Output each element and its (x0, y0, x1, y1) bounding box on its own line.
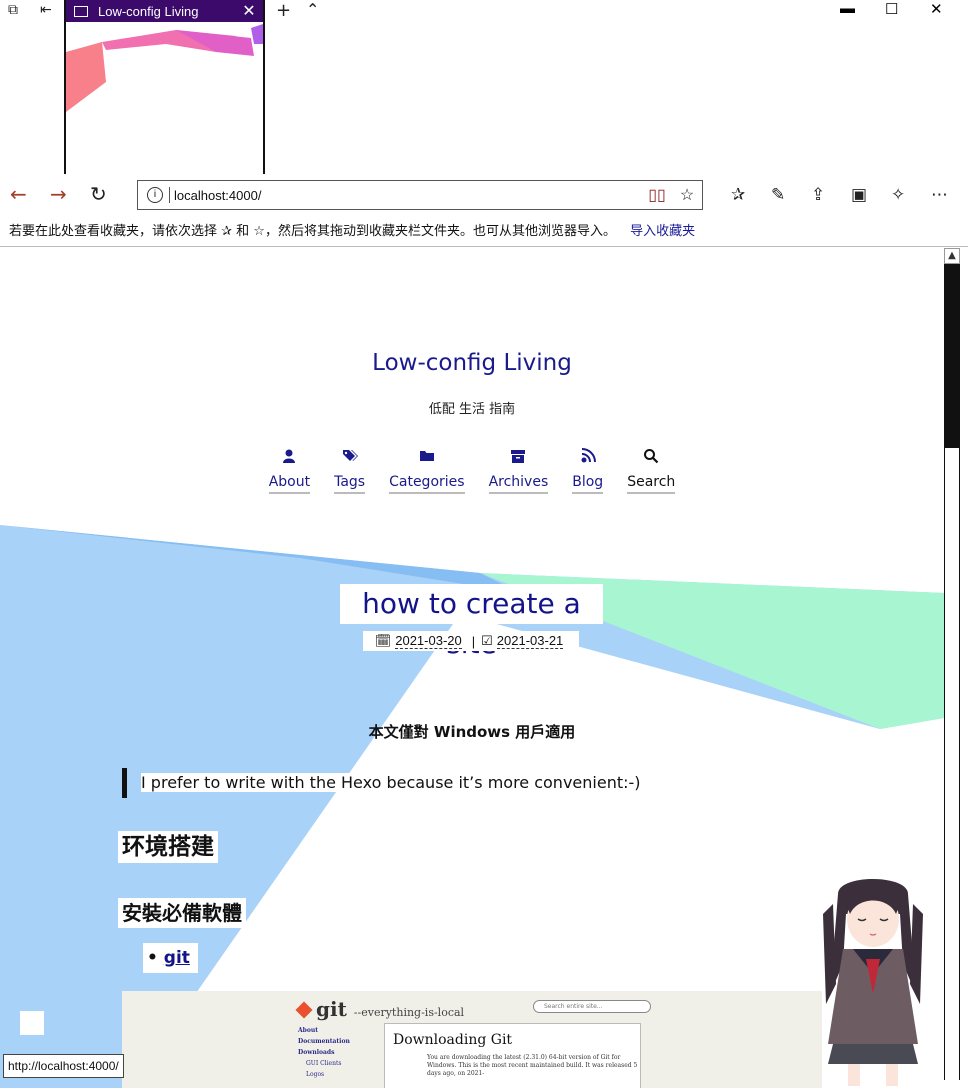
folder-icon (419, 451, 434, 461)
forward-arrow-icon[interactable]: → (50, 184, 67, 204)
import-favorites-link[interactable]: 导入收藏夹 (630, 224, 695, 239)
tab-aside-icon[interactable]: ⇤ (40, 2, 52, 18)
screenshot-download-box: Downloading Git You are downloading the … (384, 1023, 641, 1088)
address-bar[interactable]: i localhost:4000/ ▯▯ ☆ (137, 180, 703, 210)
git-download-screenshot: git --everything-is-local Search entire … (122, 991, 822, 1088)
page-content: Low-config Living 低配 生活 指南 About Tags Ca… (0, 248, 944, 1088)
page-scrollbar[interactable]: ▲ (944, 248, 960, 1080)
tab-actions-icon[interactable]: ⧉ (8, 2, 18, 18)
git-logo-icon (295, 1001, 313, 1019)
minimize-button[interactable]: ▬ (840, 0, 855, 17)
scroll-up-icon[interactable]: ▲ (944, 248, 960, 264)
more-menu-icon[interactable]: ⋯ (931, 185, 948, 205)
maximize-button[interactable]: ☐ (885, 0, 898, 18)
tab-list-chevron-icon[interactable]: ⌃ (306, 0, 319, 19)
calendar-check-icon: ☑ (481, 633, 493, 648)
navigation-bar: ← → ↻ i localhost:4000/ ▯▯ ☆ ✰ ✎ ⇪ ▣ ✧ ⋯ (0, 174, 968, 218)
favorite-star-icon[interactable]: ☆ (672, 185, 702, 205)
post-meta: 🗓︎ 2021-03-20 | ☑ 2021-03-21 (363, 631, 579, 651)
scroll-thumb[interactable] (945, 448, 959, 1080)
archive-icon (511, 450, 526, 463)
page-icon (74, 5, 88, 17)
close-window-button[interactable]: ✕ (930, 0, 943, 18)
close-tab-icon[interactable]: ✕ (235, 1, 263, 21)
tab-preview (66, 22, 263, 174)
git-link[interactable]: git (164, 948, 190, 968)
created-date[interactable]: 2021-03-20 (395, 633, 462, 649)
user-icon (283, 449, 296, 463)
site-subtitle: 低配 生活 指南 (428, 402, 516, 417)
screenshot-sidebar: About Documentation Downloads GUI Client… (298, 1027, 350, 1078)
menu-blog[interactable]: Blog (572, 448, 604, 494)
screenshot-search: Search entire site... (533, 1000, 651, 1013)
tab-title: Low-config Living (98, 3, 199, 19)
menu-search[interactable]: Search (627, 448, 676, 494)
refresh-icon[interactable]: ↻ (90, 184, 107, 204)
menu-tags[interactable]: Tags (334, 448, 366, 494)
browser-titlebar: ⧉ ⇤ Low-config Living ✕ + ⌃ ▬ ☐ ✕ (0, 0, 968, 175)
live2d-mascot[interactable] (808, 874, 938, 1088)
post-lead: 本文僅對 Windows 用戶適用 (368, 723, 576, 741)
site-info-icon[interactable]: i (147, 187, 163, 203)
favorites-icon[interactable]: ✰ (731, 185, 745, 205)
favorites-bar: 若要在此处查看收藏夹，请依次选择 ✰ 和 ☆，然后将其拖动到收藏夹栏文件夹。也可… (0, 218, 968, 247)
url-text[interactable]: localhost:4000/ (174, 188, 642, 203)
heading-install: 安裝必備軟體 (118, 898, 246, 928)
status-url: http://localhost:4000/ (3, 1054, 124, 1078)
heading-environment: 环境搭建 (118, 831, 218, 863)
pen-icon[interactable]: ✎ (771, 185, 785, 205)
menu-about[interactable]: About (268, 448, 311, 494)
blog-icon (581, 448, 596, 463)
puzzle-icon[interactable]: ✧ (891, 185, 905, 205)
back-to-top-button[interactable] (20, 1011, 44, 1035)
reading-view-icon[interactable]: ▯▯ (642, 185, 672, 205)
back-arrow-icon[interactable]: ← (10, 184, 27, 204)
menu-categories[interactable]: Categories (389, 448, 465, 494)
favorites-hint: 若要在此处查看收藏夹，请依次选择 ✰ 和 ☆，然后将其拖动到收藏夹栏文件夹。也可… (9, 224, 616, 239)
menu-archives[interactable]: Archives (488, 448, 549, 494)
post-title[interactable]: how to create a site (340, 584, 603, 660)
new-tab-button[interactable]: + (276, 0, 291, 21)
share-icon[interactable]: ⇪ (811, 185, 825, 205)
site-title[interactable]: Low-config Living (0, 350, 944, 376)
extension-icon[interactable]: ▣ (851, 185, 867, 205)
updated-date[interactable]: 2021-03-21 (496, 633, 564, 649)
list-item: • git (143, 943, 198, 973)
main-menu: About Tags Categories Archives Blog Sear… (0, 448, 944, 494)
calendar-icon: 🗓︎ (374, 633, 392, 648)
search-icon (644, 449, 659, 464)
tab-active[interactable]: Low-config Living ✕ (64, 0, 265, 174)
tags-icon (342, 450, 358, 461)
blockquote: I prefer to write with the Hexo because … (122, 768, 641, 798)
